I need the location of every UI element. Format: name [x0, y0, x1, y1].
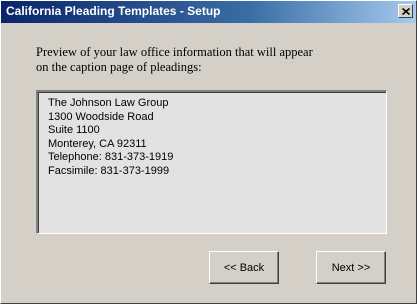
intro-line-1: Preview of your law office information t… [36, 45, 313, 59]
setup-dialog: California Pleading Templates - Setup Pr… [0, 0, 417, 304]
next-button[interactable]: Next >> [316, 251, 386, 284]
preview-line-city: Monterey, CA 92311 [48, 137, 147, 150]
window-title: California Pleading Templates - Setup [6, 4, 221, 18]
intro-text: Preview of your law office information t… [36, 45, 386, 75]
preview-line-firm: The Johnson Law Group [48, 97, 169, 109]
back-button[interactable]: << Back [209, 251, 279, 284]
preview-box: The Johnson Law Group 1300 Woodside Road… [36, 90, 387, 234]
title-bar[interactable]: California Pleading Templates - Setup [1, 1, 416, 23]
close-icon [401, 7, 410, 15]
preview-line-telephone: Telephone: 831-373-1919 [48, 151, 174, 163]
preview-line-suite: Suite 1100 [48, 124, 100, 136]
intro-line-2: on the caption page of pleadings: [36, 60, 202, 74]
preview-line-facsimile: Facsimile: 831-373-1999 [48, 164, 170, 177]
preview-line-street: 1300 Woodside Road [48, 110, 154, 123]
close-button[interactable] [398, 4, 413, 18]
